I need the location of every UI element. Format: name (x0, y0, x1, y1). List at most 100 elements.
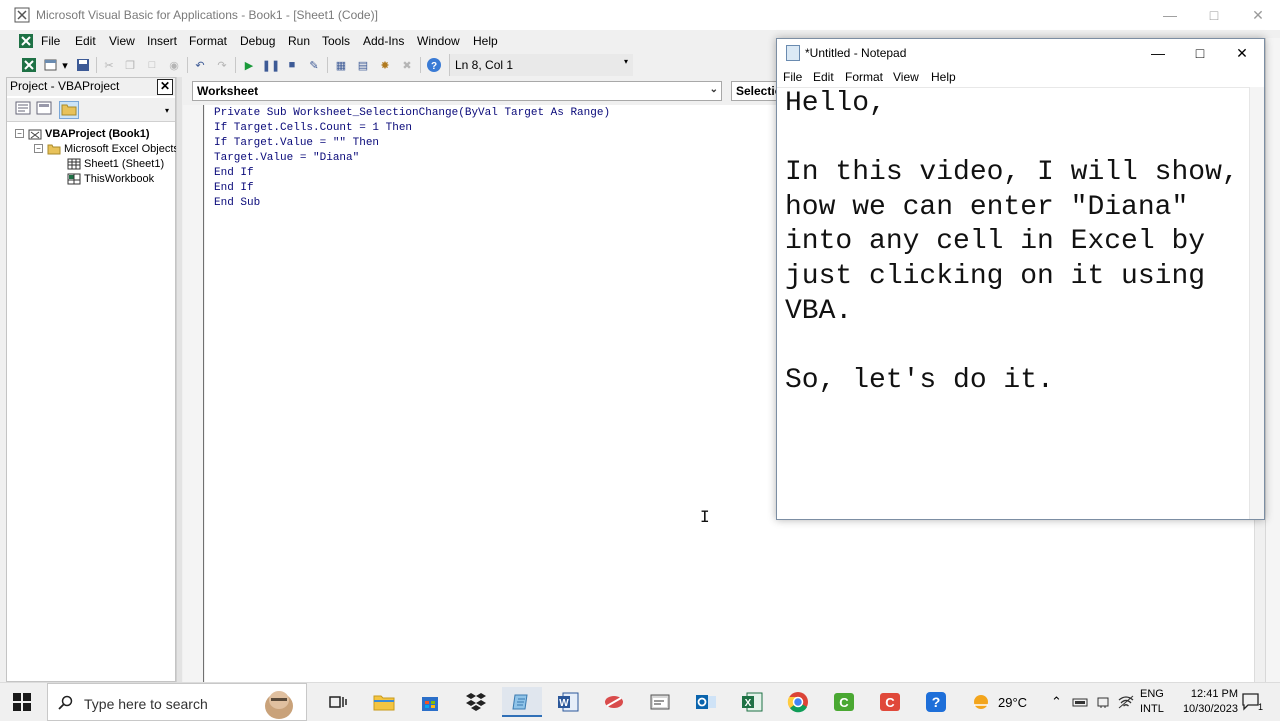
chevron-down-icon[interactable]: ⌄ (710, 84, 718, 95)
device-tray-icon[interactable] (1096, 683, 1110, 721)
run-icon[interactable]: ▶ (240, 56, 258, 74)
excel-view-icon[interactable] (18, 33, 34, 49)
notepad-text-area[interactable]: Hello, In this video, I will show, how w… (777, 87, 1249, 519)
code-line: If Target.Value = "" Then (214, 137, 380, 149)
notepad-taskbar-icon[interactable] (502, 687, 542, 717)
code-line: If Target.Cells.Count = 1 Then (214, 122, 413, 134)
close-button[interactable]: ✕ (1236, 0, 1280, 30)
notepad-menu-edit[interactable]: Edit (813, 70, 834, 84)
copy-icon[interactable]: ❐ (121, 56, 139, 74)
help-app-icon[interactable]: ? (916, 687, 956, 717)
camtasia-red-icon[interactable]: C (870, 687, 910, 717)
weather-widget[interactable]: 29°C (970, 683, 1027, 721)
wifi-icon[interactable] (1118, 683, 1134, 721)
reset-icon[interactable]: ■ (283, 56, 301, 74)
menu-help[interactable]: Help (473, 34, 498, 48)
notification-center-icon[interactable]: 1 (1242, 683, 1263, 721)
excel-icon[interactable] (20, 56, 38, 74)
windows-start-icon[interactable] (12, 692, 32, 712)
dropdown-arrow-icon[interactable]: ▾ (60, 56, 70, 74)
tree-item-thisworkbook[interactable]: ThisWorkbook (67, 171, 154, 186)
background-window-edge (1265, 38, 1280, 682)
menu-add-ins[interactable]: Add-Ins (363, 34, 404, 48)
toolbar-options-icon[interactable]: ▾ (624, 57, 632, 75)
notepad-vertical-scrollbar[interactable] (1249, 87, 1264, 519)
word-icon[interactable]: W (548, 687, 588, 717)
pane-splitter[interactable] (176, 77, 182, 682)
collapse-icon[interactable]: − (15, 129, 24, 138)
file-explorer-icon[interactable] (364, 687, 404, 717)
menu-edit[interactable]: Edit (75, 34, 96, 48)
language-indicator[interactable]: ENG INTL (1140, 683, 1164, 721)
design-mode-icon[interactable]: ✎ (305, 56, 323, 74)
menu-view[interactable]: View (109, 34, 135, 48)
save-icon[interactable] (74, 56, 92, 74)
notepad-menu-view[interactable]: View (893, 70, 919, 84)
svg-text:C: C (885, 695, 895, 710)
snipping-tool-icon[interactable] (594, 687, 634, 717)
menu-file[interactable]: File (41, 34, 60, 48)
tree-label-sheet1: Sheet1 (Sheet1) (84, 157, 165, 170)
tree-item-sheet1[interactable]: Sheet1 (Sheet1) (67, 156, 164, 171)
task-view-icon[interactable] (318, 687, 358, 717)
show-hidden-icons-chevron-icon[interactable]: ⌃ (1051, 683, 1062, 721)
notepad-line: Hello, (785, 88, 886, 119)
outlook-icon[interactable] (686, 687, 726, 717)
search-icon (58, 695, 73, 710)
notepad-titlebar[interactable]: *Untitled - Notepad — □ ✕ (777, 39, 1264, 67)
collapse-icon[interactable]: − (34, 144, 43, 153)
code-line: End If (214, 182, 254, 194)
toggle-folders-icon[interactable] (59, 101, 79, 119)
break-icon[interactable]: ❚❚ (262, 56, 280, 74)
code-margin-bar[interactable] (183, 105, 204, 682)
code-line: Target.Value = "Diana" (214, 152, 360, 164)
notepad-close-button[interactable]: ✕ (1221, 39, 1263, 67)
camtasia-green-icon[interactable]: C (824, 687, 864, 717)
microsoft-store-icon[interactable] (410, 687, 450, 717)
project-explorer-icon[interactable]: ▦ (332, 56, 350, 74)
minimize-button[interactable]: — (1148, 0, 1192, 30)
view-object-icon[interactable] (34, 101, 54, 119)
cut-icon[interactable]: ✂ (100, 56, 118, 74)
tree-item-excel-objects[interactable]: − Microsoft Excel Objects (34, 141, 179, 156)
menu-debug[interactable]: Debug (240, 34, 275, 48)
view-code-icon[interactable] (13, 101, 33, 119)
tree-item-vbaproject[interactable]: − VBAProject (Book1) (15, 126, 150, 141)
chrome-icon[interactable] (778, 687, 818, 717)
help-icon[interactable]: ? (425, 56, 443, 74)
redo-icon[interactable]: ↷ (213, 56, 231, 74)
dropbox-icon[interactable] (456, 687, 496, 717)
svg-text:W: W (559, 698, 569, 709)
menu-insert[interactable]: Insert (147, 34, 177, 48)
project-pane-close-button[interactable]: ✕ (157, 79, 173, 95)
notepad-menu-help[interactable]: Help (931, 70, 956, 84)
notepad-menu-file[interactable]: File (783, 70, 802, 84)
taskbar-search-box[interactable]: Type here to search (47, 683, 307, 721)
menu-window[interactable]: Window (417, 34, 460, 48)
search-placeholder: Type here to search (84, 696, 208, 712)
toolbox-icon[interactable]: ✖ (398, 56, 416, 74)
excel-taskbar-icon[interactable]: X (732, 687, 772, 717)
notepad-line: VBA. (785, 296, 853, 327)
object-combobox[interactable]: Worksheet ⌄ (192, 81, 722, 101)
paste-icon[interactable]: □ (143, 56, 161, 74)
maximize-button[interactable]: □ (1192, 0, 1236, 30)
undo-icon[interactable]: ↶ (191, 56, 209, 74)
menu-run[interactable]: Run (288, 34, 310, 48)
network-tray-icon[interactable] (1072, 683, 1088, 721)
svg-text:?: ? (431, 61, 437, 72)
code-line: End Sub (214, 197, 261, 209)
clock[interactable]: 12:41 PM 10/30/2023 (1174, 683, 1238, 721)
vba-editor-taskbar-icon[interactable] (640, 687, 680, 717)
notepad-menu-format[interactable]: Format (845, 70, 883, 84)
notepad-maximize-button[interactable]: □ (1179, 39, 1221, 67)
menu-tools[interactable]: Tools (322, 34, 350, 48)
find-icon[interactable]: ◉ (165, 56, 183, 74)
menu-format[interactable]: Format (189, 34, 227, 48)
properties-icon[interactable]: ▤ (354, 56, 372, 74)
notepad-minimize-button[interactable]: — (1137, 39, 1179, 67)
pane-toolbar-options-icon[interactable]: ▾ (165, 106, 169, 115)
insert-module-icon[interactable] (42, 56, 60, 74)
svg-text:?: ? (932, 694, 941, 710)
object-browser-icon[interactable]: ✸ (376, 56, 394, 74)
